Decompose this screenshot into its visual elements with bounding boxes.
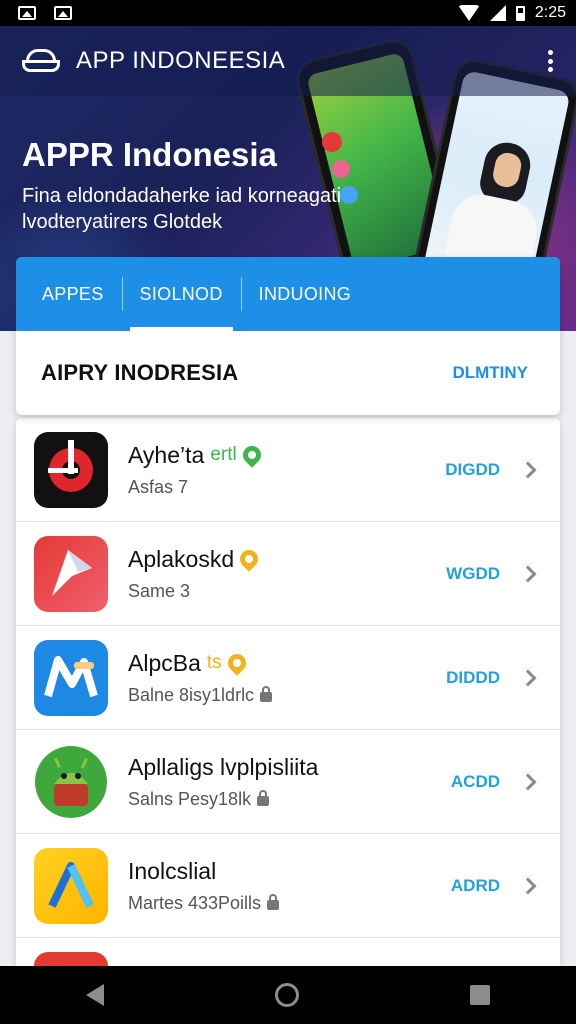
verified-badge-icon bbox=[238, 442, 265, 468]
list-item[interactable]: Ayhe’ta ertl Asfas 7 DIGDD bbox=[16, 418, 560, 522]
app-subtitle: Same 3 bbox=[128, 580, 191, 601]
chevron-right-icon bbox=[519, 877, 537, 894]
hero-title: APPR Indonesia bbox=[22, 136, 277, 173]
red-arrow-app-icon bbox=[34, 535, 108, 612]
android-app-icon bbox=[34, 744, 108, 820]
app-logo-icon bbox=[22, 47, 60, 75]
decorative-dot-icon bbox=[340, 186, 358, 204]
app-subtitle: Balne 8isy1ldrlc bbox=[128, 684, 255, 705]
section-action-button[interactable]: DLMTINY bbox=[452, 363, 528, 383]
app-name: Aplakoskd bbox=[128, 545, 235, 572]
app-name: Ayhe’ta bbox=[128, 441, 205, 468]
chevron-right-icon bbox=[519, 461, 537, 478]
verified-badge-icon bbox=[236, 546, 262, 572]
app-name: AlpcBa bbox=[128, 649, 201, 676]
decorative-dot-icon bbox=[332, 160, 350, 178]
chevron-right-icon bbox=[519, 565, 537, 582]
section-title: AIPRY INODRESIA bbox=[41, 360, 239, 385]
tab-siolnod[interactable]: SIOLNOD bbox=[121, 257, 241, 331]
app-subtitle: Martes 433Poills bbox=[128, 892, 262, 913]
section-header: AIPRY INODRESIA DLMTINY bbox=[16, 331, 560, 415]
battery-icon bbox=[515, 5, 525, 21]
app-name: Inolcslial bbox=[128, 857, 217, 884]
app-subtitle: Salns Pesy18lk bbox=[128, 788, 252, 809]
chevron-right-icon bbox=[519, 669, 537, 686]
app-title: APP INDONEESIA bbox=[76, 47, 286, 74]
more-options-icon[interactable] bbox=[548, 50, 554, 72]
red-black-app-icon bbox=[34, 431, 108, 508]
app-action-button[interactable]: ADRD bbox=[451, 876, 500, 896]
list-item[interactable]: Apllaligs lvplpisliita Salns Pesy18lk AC… bbox=[16, 730, 560, 834]
app-name: Apllaligs lvplpisliita bbox=[128, 753, 319, 780]
tab-bar: APPES SIOLNOD INDUOING bbox=[16, 257, 560, 331]
app-bar: APP INDONEESIA bbox=[0, 26, 576, 96]
tab-induoing[interactable]: INDUOING bbox=[240, 257, 369, 331]
app-name-tag: ts bbox=[206, 652, 222, 673]
verified-badge-icon bbox=[223, 650, 250, 676]
app-name-tag: ertl bbox=[210, 444, 237, 465]
lock-icon bbox=[260, 686, 273, 702]
wifi-icon bbox=[457, 5, 480, 21]
list-item[interactable]: AlpcBa ts Balne 8isy1ldrlc DIDDD bbox=[16, 626, 560, 730]
app-subtitle: Asfas 7 bbox=[128, 476, 189, 497]
list-item[interactable] bbox=[16, 938, 560, 968]
blue-m-app-icon bbox=[34, 639, 108, 716]
signal-icon bbox=[489, 5, 506, 21]
lock-icon bbox=[257, 790, 270, 806]
tab-appes[interactable]: APPES bbox=[24, 257, 122, 331]
decorative-dot-icon bbox=[322, 132, 342, 152]
status-time: 2:25 bbox=[534, 4, 566, 21]
chevron-right-icon bbox=[519, 773, 537, 790]
home-icon[interactable] bbox=[274, 983, 299, 1007]
hero-subtitle: Fina eldondadaherke iad korneagati lvodt… bbox=[22, 185, 342, 233]
status-bar: 2:25 bbox=[0, 0, 576, 26]
yellow-a-app-icon bbox=[34, 847, 108, 924]
list-item[interactable]: Inolcslial Martes 433Poills ADRD bbox=[16, 834, 560, 938]
app-action-button[interactable]: ACDD bbox=[451, 772, 500, 792]
tabs-card: APPES SIOLNOD INDUOING AIPRY INODRESIA D… bbox=[16, 257, 560, 415]
system-nav-bar bbox=[0, 966, 576, 1024]
app-action-button[interactable]: WGDD bbox=[446, 564, 500, 584]
image-notification-icon bbox=[54, 6, 72, 20]
back-icon[interactable] bbox=[85, 984, 104, 1006]
app-action-button[interactable]: DIGDD bbox=[445, 460, 500, 480]
gallery-notification-icon bbox=[18, 6, 36, 20]
list-item[interactable]: Aplakoskd Same 3 WGDD bbox=[16, 522, 560, 626]
recent-apps-icon[interactable] bbox=[470, 985, 491, 1005]
app-list: Ayhe’ta ertl Asfas 7 DIGDD Aplakoskd Same… bbox=[16, 418, 560, 968]
lock-icon bbox=[267, 894, 280, 910]
app-action-button[interactable]: DIDDD bbox=[446, 668, 500, 688]
